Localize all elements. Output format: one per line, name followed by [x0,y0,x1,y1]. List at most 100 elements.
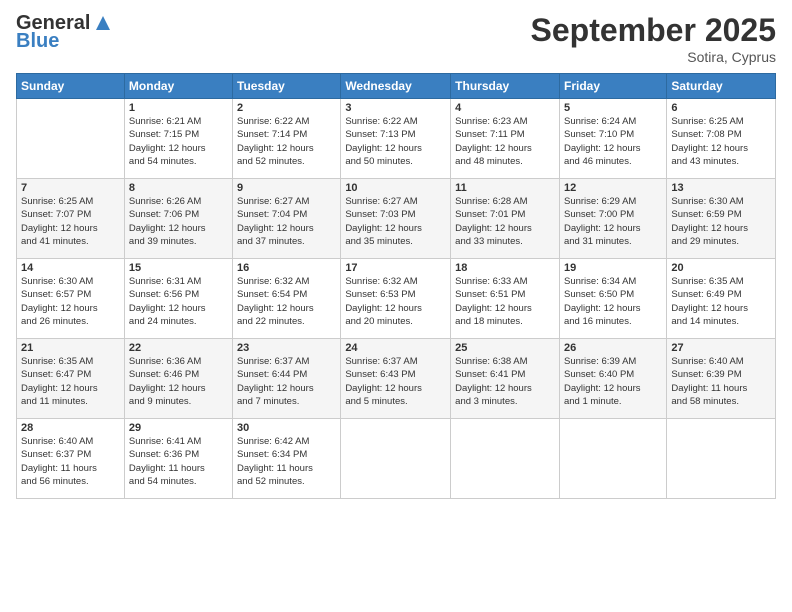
calendar-cell: 5Sunrise: 6:24 AM Sunset: 7:10 PM Daylig… [559,99,666,179]
calendar-cell: 12Sunrise: 6:29 AM Sunset: 7:00 PM Dayli… [559,179,666,259]
header: General Blue September 2025 Sotira, Cypr… [16,12,776,65]
day-number: 5 [564,102,662,114]
calendar-cell: 15Sunrise: 6:31 AM Sunset: 6:56 PM Dayli… [124,259,232,339]
day-info: Sunrise: 6:37 AM Sunset: 6:44 PM Dayligh… [237,355,336,408]
day-number: 19 [564,262,662,274]
day-info: Sunrise: 6:37 AM Sunset: 6:43 PM Dayligh… [345,355,446,408]
calendar-cell: 25Sunrise: 6:38 AM Sunset: 6:41 PM Dayli… [451,339,560,419]
calendar-cell: 11Sunrise: 6:28 AM Sunset: 7:01 PM Dayli… [451,179,560,259]
day-info: Sunrise: 6:22 AM Sunset: 7:13 PM Dayligh… [345,115,446,168]
calendar-cell [559,419,666,499]
day-info: Sunrise: 6:35 AM Sunset: 6:47 PM Dayligh… [21,355,120,408]
day-info: Sunrise: 6:32 AM Sunset: 6:54 PM Dayligh… [237,275,336,328]
calendar-cell: 22Sunrise: 6:36 AM Sunset: 6:46 PM Dayli… [124,339,232,419]
day-number: 21 [21,342,120,354]
day-info: Sunrise: 6:38 AM Sunset: 6:41 PM Dayligh… [455,355,555,408]
calendar-cell [451,419,560,499]
day-info: Sunrise: 6:30 AM Sunset: 6:57 PM Dayligh… [21,275,120,328]
calendar: SundayMondayTuesdayWednesdayThursdayFrid… [16,73,776,499]
title-block: September 2025 Sotira, Cyprus [531,12,776,65]
calendar-cell: 1Sunrise: 6:21 AM Sunset: 7:15 PM Daylig… [124,99,232,179]
day-number: 18 [455,262,555,274]
calendar-week-row: 28Sunrise: 6:40 AM Sunset: 6:37 PM Dayli… [17,419,776,499]
day-info: Sunrise: 6:32 AM Sunset: 6:53 PM Dayligh… [345,275,446,328]
calendar-header-wednesday: Wednesday [341,74,451,99]
day-number: 30 [237,422,336,434]
page: General Blue September 2025 Sotira, Cypr… [0,0,792,612]
calendar-cell: 18Sunrise: 6:33 AM Sunset: 6:51 PM Dayli… [451,259,560,339]
day-number: 9 [237,182,336,194]
calendar-header-tuesday: Tuesday [233,74,341,99]
day-info: Sunrise: 6:40 AM Sunset: 6:37 PM Dayligh… [21,435,120,488]
day-info: Sunrise: 6:35 AM Sunset: 6:49 PM Dayligh… [671,275,771,328]
calendar-cell: 13Sunrise: 6:30 AM Sunset: 6:59 PM Dayli… [667,179,776,259]
calendar-cell: 28Sunrise: 6:40 AM Sunset: 6:37 PM Dayli… [17,419,125,499]
day-number: 7 [21,182,120,194]
calendar-cell: 9Sunrise: 6:27 AM Sunset: 7:04 PM Daylig… [233,179,341,259]
day-number: 11 [455,182,555,194]
calendar-header-thursday: Thursday [451,74,560,99]
day-number: 17 [345,262,446,274]
day-info: Sunrise: 6:34 AM Sunset: 6:50 PM Dayligh… [564,275,662,328]
day-number: 27 [671,342,771,354]
calendar-cell: 8Sunrise: 6:26 AM Sunset: 7:06 PM Daylig… [124,179,232,259]
calendar-cell: 3Sunrise: 6:22 AM Sunset: 7:13 PM Daylig… [341,99,451,179]
day-info: Sunrise: 6:29 AM Sunset: 7:00 PM Dayligh… [564,195,662,248]
calendar-cell: 20Sunrise: 6:35 AM Sunset: 6:49 PM Dayli… [667,259,776,339]
calendar-week-row: 14Sunrise: 6:30 AM Sunset: 6:57 PM Dayli… [17,259,776,339]
calendar-cell: 4Sunrise: 6:23 AM Sunset: 7:11 PM Daylig… [451,99,560,179]
day-info: Sunrise: 6:25 AM Sunset: 7:07 PM Dayligh… [21,195,120,248]
day-number: 14 [21,262,120,274]
day-number: 10 [345,182,446,194]
day-number: 24 [345,342,446,354]
day-number: 2 [237,102,336,114]
day-number: 4 [455,102,555,114]
day-info: Sunrise: 6:27 AM Sunset: 7:04 PM Dayligh… [237,195,336,248]
day-number: 1 [129,102,228,114]
calendar-cell: 21Sunrise: 6:35 AM Sunset: 6:47 PM Dayli… [17,339,125,419]
day-info: Sunrise: 6:42 AM Sunset: 6:34 PM Dayligh… [237,435,336,488]
calendar-cell: 6Sunrise: 6:25 AM Sunset: 7:08 PM Daylig… [667,99,776,179]
calendar-cell: 30Sunrise: 6:42 AM Sunset: 6:34 PM Dayli… [233,419,341,499]
calendar-cell: 2Sunrise: 6:22 AM Sunset: 7:14 PM Daylig… [233,99,341,179]
day-number: 23 [237,342,336,354]
day-info: Sunrise: 6:25 AM Sunset: 7:08 PM Dayligh… [671,115,771,168]
day-number: 13 [671,182,771,194]
day-info: Sunrise: 6:22 AM Sunset: 7:14 PM Dayligh… [237,115,336,168]
day-number: 29 [129,422,228,434]
calendar-cell [17,99,125,179]
logo-blue: Blue [16,30,114,52]
day-info: Sunrise: 6:27 AM Sunset: 7:03 PM Dayligh… [345,195,446,248]
day-number: 20 [671,262,771,274]
day-info: Sunrise: 6:23 AM Sunset: 7:11 PM Dayligh… [455,115,555,168]
calendar-week-row: 1Sunrise: 6:21 AM Sunset: 7:15 PM Daylig… [17,99,776,179]
location: Sotira, Cyprus [531,49,776,65]
logo-text: General Blue [16,12,114,52]
day-number: 26 [564,342,662,354]
calendar-cell: 17Sunrise: 6:32 AM Sunset: 6:53 PM Dayli… [341,259,451,339]
calendar-cell: 24Sunrise: 6:37 AM Sunset: 6:43 PM Dayli… [341,339,451,419]
calendar-cell: 26Sunrise: 6:39 AM Sunset: 6:40 PM Dayli… [559,339,666,419]
calendar-cell: 10Sunrise: 6:27 AM Sunset: 7:03 PM Dayli… [341,179,451,259]
calendar-week-row: 21Sunrise: 6:35 AM Sunset: 6:47 PM Dayli… [17,339,776,419]
day-number: 28 [21,422,120,434]
day-number: 22 [129,342,228,354]
calendar-cell: 14Sunrise: 6:30 AM Sunset: 6:57 PM Dayli… [17,259,125,339]
day-number: 3 [345,102,446,114]
calendar-header-monday: Monday [124,74,232,99]
day-number: 15 [129,262,228,274]
day-number: 6 [671,102,771,114]
day-number: 25 [455,342,555,354]
calendar-cell: 27Sunrise: 6:40 AM Sunset: 6:39 PM Dayli… [667,339,776,419]
calendar-header-friday: Friday [559,74,666,99]
day-number: 16 [237,262,336,274]
day-info: Sunrise: 6:40 AM Sunset: 6:39 PM Dayligh… [671,355,771,408]
day-info: Sunrise: 6:39 AM Sunset: 6:40 PM Dayligh… [564,355,662,408]
calendar-header-sunday: Sunday [17,74,125,99]
day-info: Sunrise: 6:30 AM Sunset: 6:59 PM Dayligh… [671,195,771,248]
day-info: Sunrise: 6:31 AM Sunset: 6:56 PM Dayligh… [129,275,228,328]
calendar-cell: 7Sunrise: 6:25 AM Sunset: 7:07 PM Daylig… [17,179,125,259]
calendar-cell: 16Sunrise: 6:32 AM Sunset: 6:54 PM Dayli… [233,259,341,339]
calendar-cell [667,419,776,499]
day-info: Sunrise: 6:26 AM Sunset: 7:06 PM Dayligh… [129,195,228,248]
